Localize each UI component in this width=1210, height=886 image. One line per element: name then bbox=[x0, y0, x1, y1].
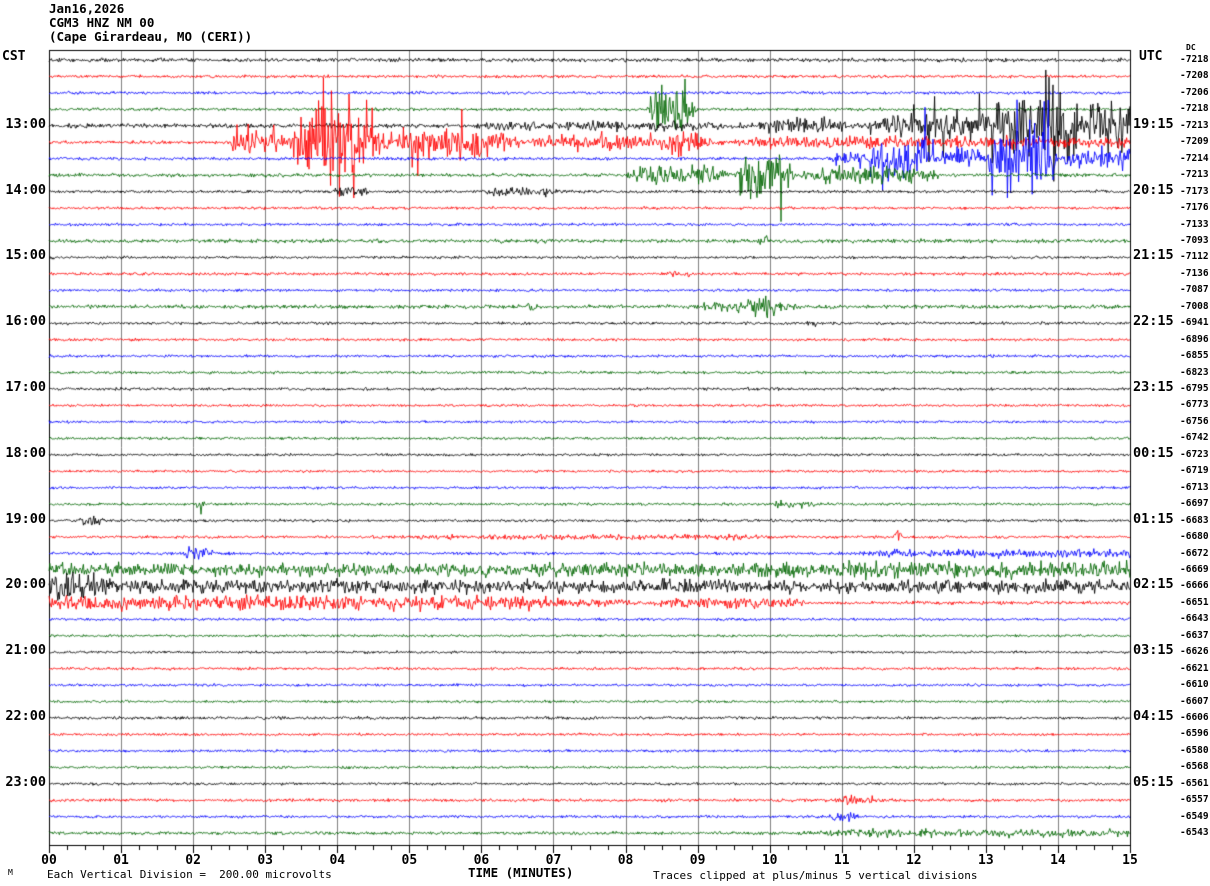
x-tick-label: 14 bbox=[1050, 854, 1066, 867]
left-time-label: 19:00 bbox=[0, 513, 46, 527]
trace-offset-value: -6896 bbox=[1180, 335, 1209, 345]
x-tick-label: 15 bbox=[1122, 854, 1138, 867]
left-time-label: 14:00 bbox=[0, 184, 46, 198]
left-time-label: 13:00 bbox=[0, 118, 46, 132]
right-time-label: 19:15 bbox=[1133, 118, 1174, 132]
trace-offset-value: -6651 bbox=[1180, 598, 1209, 608]
trace-offset-value: -6607 bbox=[1180, 697, 1209, 707]
right-time-label: 03:15 bbox=[1133, 644, 1174, 658]
trace-offset-value: -7133 bbox=[1180, 220, 1209, 230]
trace-offset-value: -6596 bbox=[1180, 729, 1209, 739]
trace-offset-value: -6713 bbox=[1180, 483, 1209, 493]
trace-offset-value: -7209 bbox=[1180, 137, 1209, 147]
x-tick-label: 12 bbox=[906, 854, 922, 867]
trace-offset-value: -7008 bbox=[1180, 302, 1209, 312]
trace-offset-value: -6669 bbox=[1180, 565, 1209, 575]
x-tick-label: 03 bbox=[257, 854, 273, 867]
left-time-label: 23:00 bbox=[0, 776, 46, 790]
trace-offset-value: -6697 bbox=[1180, 499, 1209, 509]
trace-offset-value: -6756 bbox=[1180, 417, 1209, 427]
trace-offset-value: -7093 bbox=[1180, 236, 1209, 246]
trace-offset-value: -6580 bbox=[1180, 746, 1209, 756]
timezone-left-label: CST bbox=[2, 50, 25, 63]
scale-caption: Each Vertical Division = 200.00 microvol… bbox=[47, 869, 332, 880]
trace-offset-value: -6742 bbox=[1180, 433, 1209, 443]
trace-offset-value: -6606 bbox=[1180, 713, 1209, 723]
trace-offset-value: -6666 bbox=[1180, 581, 1209, 591]
trace-offset-value: -6568 bbox=[1180, 762, 1209, 772]
trace-offset-value: -6941 bbox=[1180, 318, 1209, 328]
trace-offset-value: -7173 bbox=[1180, 187, 1209, 197]
x-tick-label: 09 bbox=[690, 854, 706, 867]
trace-offset-value: -7213 bbox=[1180, 121, 1209, 131]
x-tick-label: 01 bbox=[113, 854, 129, 867]
footer-tiny-label: M bbox=[8, 869, 13, 877]
helicorder-canvas bbox=[0, 0, 1210, 886]
trace-offset-value: -6680 bbox=[1180, 532, 1209, 542]
right-time-label: 04:15 bbox=[1133, 710, 1174, 724]
x-tick-label: 13 bbox=[978, 854, 994, 867]
right-time-label: 23:15 bbox=[1133, 381, 1174, 395]
left-time-label: 20:00 bbox=[0, 578, 46, 592]
trace-offset-value: -6610 bbox=[1180, 680, 1209, 690]
trace-offset-value: -7208 bbox=[1180, 71, 1209, 81]
trace-offset-value: -6621 bbox=[1180, 664, 1209, 674]
right-time-label: 21:15 bbox=[1133, 249, 1174, 263]
trace-offset-value: -7112 bbox=[1180, 252, 1209, 262]
left-time-label: 16:00 bbox=[0, 315, 46, 329]
x-tick-label: 08 bbox=[618, 854, 634, 867]
right-time-label: 01:15 bbox=[1133, 513, 1174, 527]
clip-caption: Traces clipped at plus/minus 5 vertical … bbox=[653, 870, 978, 881]
right-time-label: 00:15 bbox=[1133, 447, 1174, 461]
trace-offset-value: -6683 bbox=[1180, 516, 1209, 526]
trace-offset-value: -6723 bbox=[1180, 450, 1209, 460]
x-tick-label: 04 bbox=[329, 854, 345, 867]
trace-offset-value: -6773 bbox=[1180, 400, 1209, 410]
trace-offset-value: -7218 bbox=[1180, 55, 1209, 65]
trace-offset-value: -6855 bbox=[1180, 351, 1209, 361]
trace-offset-value: -7176 bbox=[1180, 203, 1209, 213]
x-tick-label: 05 bbox=[402, 854, 418, 867]
trace-offset-value: -7136 bbox=[1180, 269, 1209, 279]
trace-offset-value: -6543 bbox=[1180, 828, 1209, 838]
seismogram-viewer: Jan16,2026 CGM3 HNZ NM 00 (Cape Girardea… bbox=[0, 0, 1210, 886]
header-station: CGM3 HNZ NM 00 bbox=[49, 17, 154, 30]
trace-offset-value: -6549 bbox=[1180, 812, 1209, 822]
trace-offset-value: -6672 bbox=[1180, 549, 1209, 559]
right-time-label: 20:15 bbox=[1133, 184, 1174, 198]
header-location: (Cape Girardeau, MO (CERI)) bbox=[49, 31, 252, 44]
right-time-label: 02:15 bbox=[1133, 578, 1174, 592]
timezone-right-label: UTC bbox=[1139, 50, 1162, 63]
trace-offset-value: -7214 bbox=[1180, 154, 1209, 164]
left-time-label: 17:00 bbox=[0, 381, 46, 395]
left-time-label: 15:00 bbox=[0, 249, 46, 263]
dc-offset-label: DC bbox=[1186, 44, 1196, 52]
trace-offset-value: -6626 bbox=[1180, 647, 1209, 657]
trace-offset-value: -6719 bbox=[1180, 466, 1209, 476]
trace-offset-value: -6643 bbox=[1180, 614, 1209, 624]
trace-offset-value: -6823 bbox=[1180, 368, 1209, 378]
x-axis-title: TIME (MINUTES) bbox=[468, 867, 573, 880]
x-tick-label: 02 bbox=[185, 854, 201, 867]
left-time-label: 18:00 bbox=[0, 447, 46, 461]
trace-offset-value: -7087 bbox=[1180, 285, 1209, 295]
x-tick-label: 00 bbox=[41, 854, 57, 867]
trace-offset-value: -6557 bbox=[1180, 795, 1209, 805]
trace-offset-value: -6561 bbox=[1180, 779, 1209, 789]
right-time-label: 22:15 bbox=[1133, 315, 1174, 329]
trace-offset-value: -7206 bbox=[1180, 88, 1209, 98]
x-tick-label: 10 bbox=[762, 854, 778, 867]
trace-offset-value: -6795 bbox=[1180, 384, 1209, 394]
left-time-label: 22:00 bbox=[0, 710, 46, 724]
right-time-label: 05:15 bbox=[1133, 776, 1174, 790]
trace-offset-value: -7213 bbox=[1180, 170, 1209, 180]
header-date: Jan16,2026 bbox=[49, 3, 124, 16]
trace-offset-value: -7218 bbox=[1180, 104, 1209, 114]
trace-offset-value: -6637 bbox=[1180, 631, 1209, 641]
x-tick-label: 11 bbox=[834, 854, 850, 867]
left-time-label: 21:00 bbox=[0, 644, 46, 658]
